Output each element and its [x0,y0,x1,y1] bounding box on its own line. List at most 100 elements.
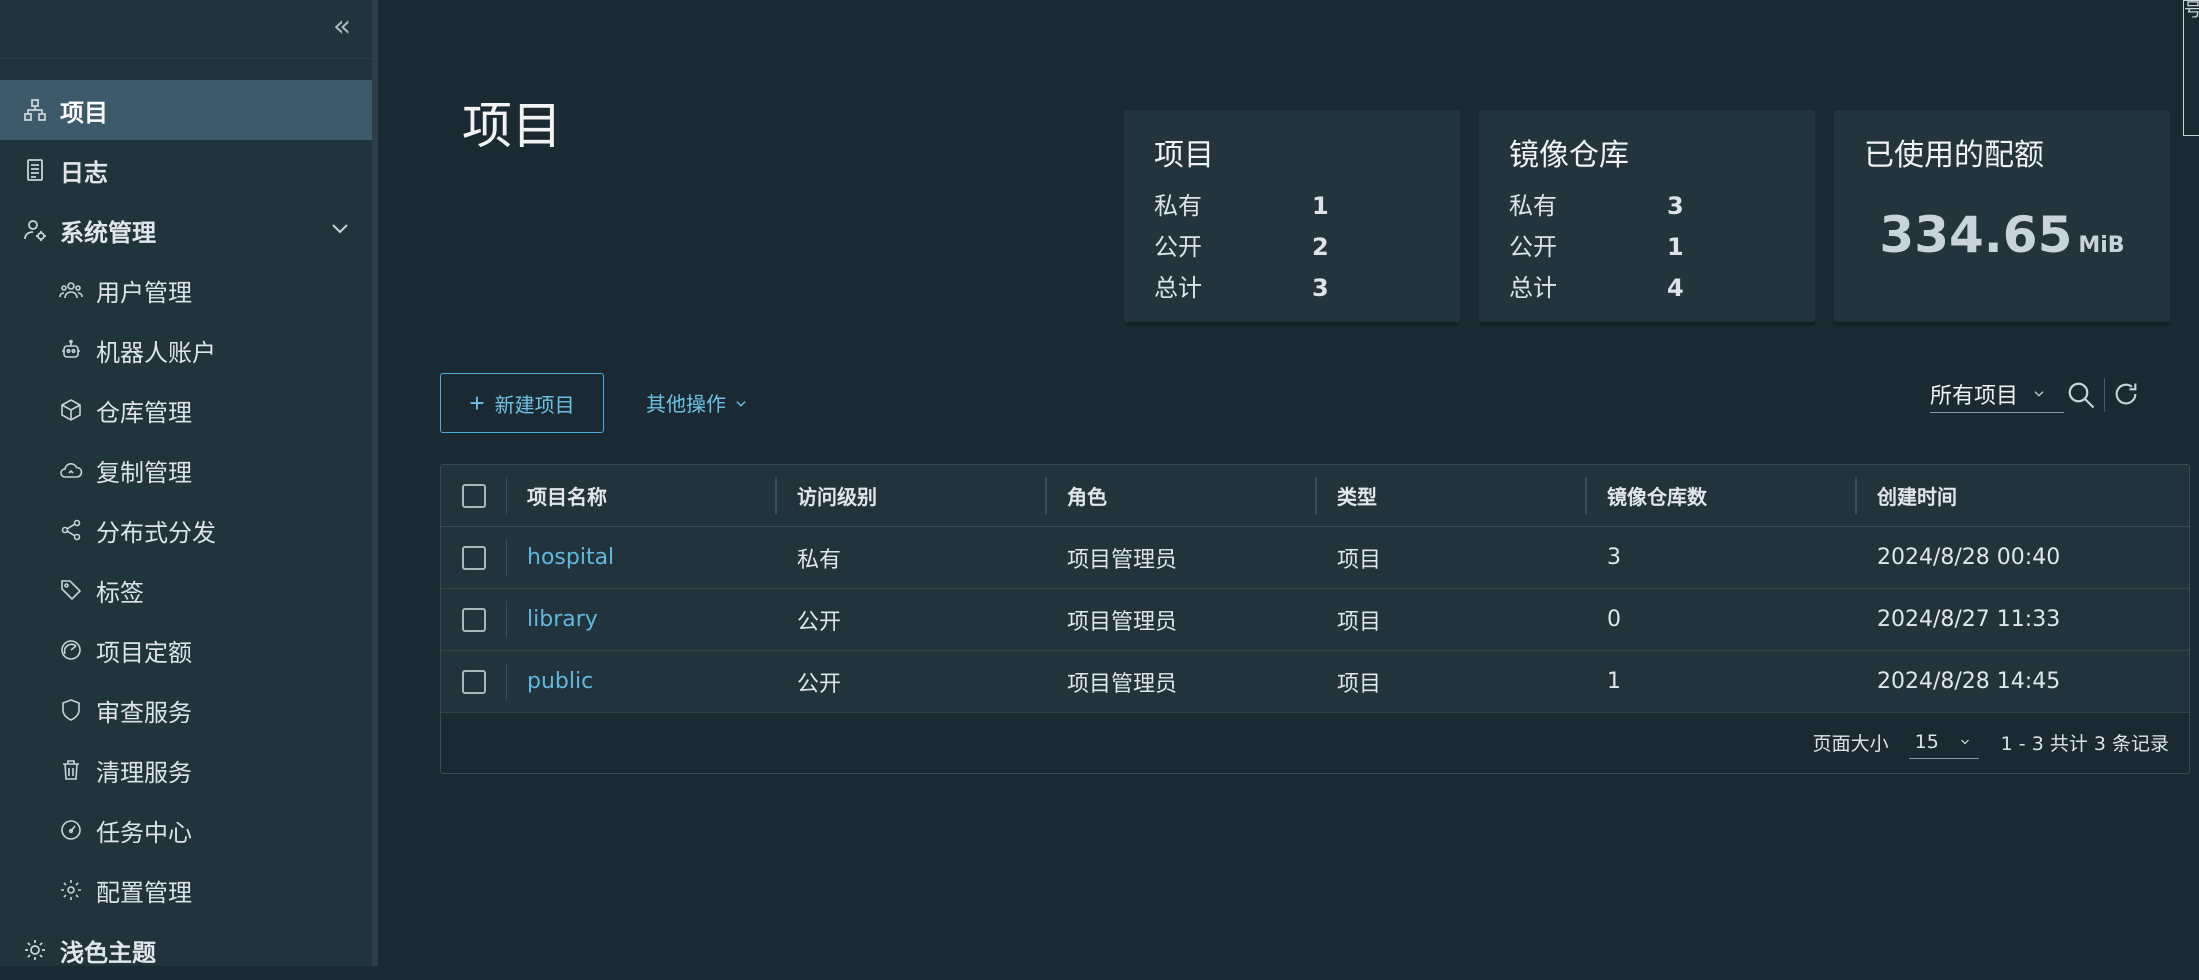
users-icon [58,277,84,303]
column-header-access-level[interactable]: 访问级别 [777,465,1047,526]
tag-icon [58,577,84,603]
sidebar-divider [0,58,372,59]
dashboard-icon [58,637,84,663]
sidebar-item-projects[interactable]: 项目 [0,80,372,140]
page-size-label: 页面大小 [1812,732,1889,755]
sidebar-item-replications[interactable]: 复制管理 [0,440,372,500]
select-all-checkbox[interactable] [462,483,486,508]
sidebar-item-label: 清理服务 [96,758,192,787]
side-edge-tab[interactable]: 号 [2183,0,2199,136]
column-header-repo-count[interactable]: 镜像仓库数 [1587,465,1857,526]
creation-time-cell: 2024/8/28 00:40 [1877,545,2061,570]
quota-summary-card: 已使用的配额 334.65 MiB [1834,110,2170,322]
project-filter-select[interactable]: 所有项目 [1930,376,2064,413]
access-level-cell: 公开 [797,671,842,697]
search-button[interactable] [2066,380,2096,414]
page-size-select[interactable]: 15 [1908,725,1979,759]
card-row: 总计 3 [1154,268,1430,309]
table-header: 项目名称 访问级别 角色 类型 镜像仓库数 创建时间 [441,465,2189,527]
sidebar-item-robot-accounts[interactable]: 机器人账户 [0,320,372,380]
sidebar-item-label: 项目定额 [96,638,192,667]
new-project-button[interactable]: + 新建项目 [440,373,604,433]
project-name-link[interactable]: public [527,669,593,694]
row-select-cell [441,589,507,650]
row-checkbox[interactable] [462,545,486,570]
sidebar-item-light-theme[interactable]: 浅色主题 [0,920,372,980]
trash-icon [58,757,84,783]
creation-time-cell: 2024/8/27 11:33 [1877,607,2061,632]
sidebar-item-configuration[interactable]: 配置管理 [0,860,372,920]
log-icon [22,157,48,183]
row-checkbox[interactable] [462,669,486,694]
row-checkbox[interactable] [462,607,486,632]
collapse-sidebar-button[interactable]: « [326,12,358,44]
sidebar-item-interrogation-services[interactable]: 审查服务 [0,680,372,740]
page-size-value: 15 [1914,730,1939,753]
other-actions-label: 其他操作 [646,392,726,416]
sidebar-item-clean-up[interactable]: 清理服务 [0,740,372,800]
table-row: public 公开 项目管理员 项目 1 2024/8/28 14:45 [441,651,2189,713]
refresh-button[interactable] [2112,380,2140,412]
quota-unit: MiB [2078,233,2125,258]
sidebar-nav: 项目 日志 系统管理 用户管理 机器人账户 仓库管理 复制管理 分布式分发 标签… [0,80,372,980]
column-header-name[interactable]: 项目名称 [507,465,777,526]
role-cell: 项目管理员 [1067,609,1178,635]
card-row-value: 1 [1312,192,1329,220]
sidebar-item-labels[interactable]: 标签 [0,560,372,620]
table-footer: 页面大小 15 1 - 3 共计 3 条记录 [441,711,2189,773]
sidebar-item-job-service[interactable]: 任务中心 [0,800,372,860]
table-row: hospital 私有 项目管理员 项目 3 2024/8/28 00:40 [441,527,2189,589]
sidebar-item-label: 日志 [60,158,108,187]
sidebar: « 项目 日志 系统管理 用户管理 机器人账户 仓库管理 复制管理 分布式分发 … [0,0,378,967]
sidebar-item-distributions[interactable]: 分布式分发 [0,500,372,560]
card-row-value: 3 [1667,192,1684,220]
type-cell: 项目 [1337,547,1382,573]
column-header-type[interactable]: 类型 [1317,465,1587,526]
card-row-value: 1 [1667,233,1684,261]
gear-icon [58,877,84,903]
sidebar-item-registries[interactable]: 仓库管理 [0,380,372,440]
chevron-down-icon [328,216,352,246]
select-all-cell [441,465,507,526]
sun-icon [22,937,48,963]
sidebar-item-administration[interactable]: 系统管理 [0,200,372,260]
sidebar-item-project-quotas[interactable]: 项目定额 [0,620,372,680]
sidebar-item-logs[interactable]: 日志 [0,140,372,200]
card-title: 已使用的配额 [1864,138,2044,173]
chevron-down-icon [732,392,750,416]
column-header-creation-time[interactable]: 创建时间 [1857,465,2187,526]
project-name-link[interactable]: hospital [527,545,614,570]
plus-icon: + [469,387,485,418]
sidebar-item-label: 配置管理 [96,878,192,907]
chevron-down-icon [1957,731,1973,753]
sidebar-item-label: 用户管理 [96,278,192,307]
card-row-value: 2 [1312,233,1329,261]
card-row-value: 3 [1312,274,1329,302]
admin-icon [22,217,48,243]
project-filter-value: 所有项目 [1930,384,2019,409]
row-select-cell [441,527,507,588]
repo-count-cell: 3 [1607,545,1621,570]
project-icon [22,97,48,123]
projects-table: 项目名称 访问级别 角色 类型 镜像仓库数 创建时间 hospital 私有 项… [440,464,2190,774]
project-name-link[interactable]: library [527,607,598,632]
sidebar-item-label: 系统管理 [60,218,156,247]
repo-count-cell: 0 [1607,607,1621,632]
access-level-cell: 私有 [797,547,842,573]
sidebar-item-label: 仓库管理 [96,398,192,427]
sidebar-item-label: 审查服务 [96,698,192,727]
repositories-summary-card: 镜像仓库 私有 3 公开 1 总计 4 [1479,110,1815,322]
toolbar-divider [2104,378,2105,412]
robot-icon [58,337,84,363]
creation-time-cell: 2024/8/28 14:45 [1877,669,2061,694]
shield-icon [58,697,84,723]
other-actions-dropdown[interactable]: 其他操作 [646,388,750,417]
column-header-role[interactable]: 角色 [1047,465,1317,526]
sidebar-item-label: 任务中心 [96,818,192,847]
sidebar-item-users[interactable]: 用户管理 [0,260,372,320]
page-title: 项目 [462,97,562,155]
refresh-icon [2112,383,2140,412]
card-row-label: 总计 [1154,274,1202,302]
cloud-icon [58,457,84,483]
project-name-cell: library [507,589,777,650]
